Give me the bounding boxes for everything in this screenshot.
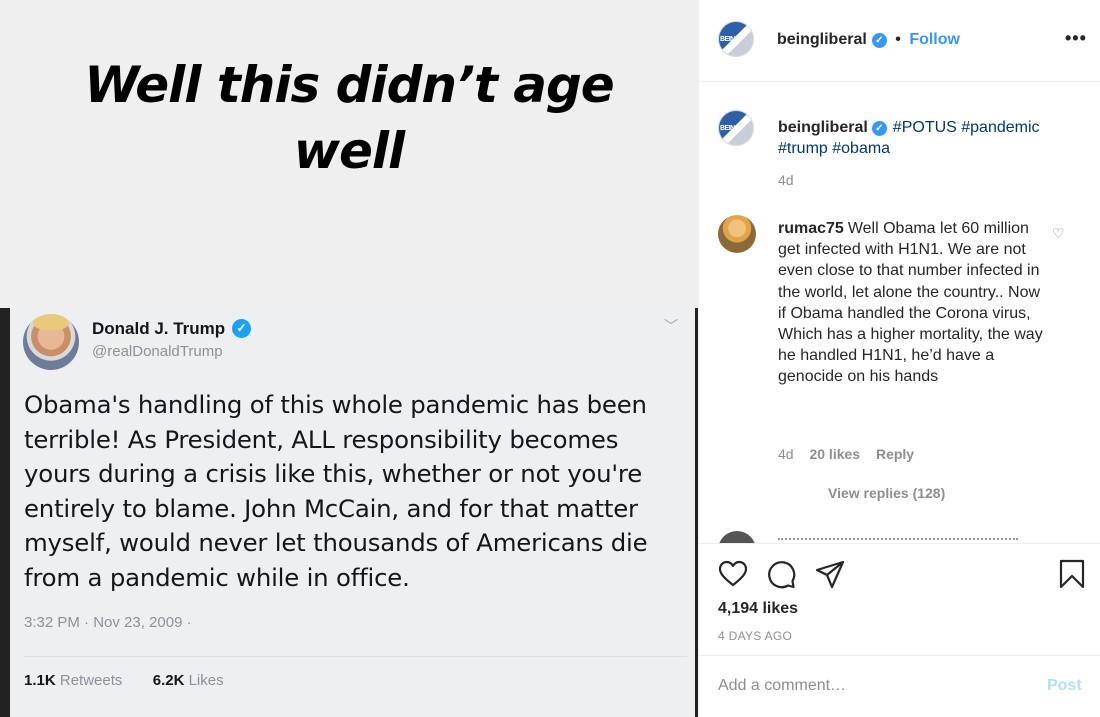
post-header: BEING beingliberal ✓ • Follow ••• (699, 0, 1100, 82)
tweet-divider (24, 656, 687, 657)
post-sidebar: BEING beingliberal ✓ • Follow ••• BEING b… (698, 0, 1100, 717)
follow-button[interactable]: Follow (909, 31, 960, 48)
bookmark-icon[interactable] (1057, 559, 1087, 589)
tweet-screenshot: Donald J. Trump ✓ @realDonaldTrump ﹀ Oba… (0, 308, 698, 717)
caption-hashtags-2[interactable]: #trump #obama (778, 140, 890, 157)
comment-meta: 4d 20 likes Reply (778, 446, 914, 462)
avatar[interactable]: BEING (718, 21, 754, 57)
caption-username[interactable]: beingliberal (778, 119, 868, 136)
comment-text-block: rumac75 Well Obama let 60 million get inf… (778, 218, 1048, 388)
post-actions: 4,194 likes 4 DAYS AGO (699, 543, 1100, 655)
tweet-stats: 1.1K Retweets 6.2K Likes (24, 672, 224, 689)
caption-age[interactable]: 4d (778, 172, 794, 188)
comment-age[interactable]: 4d (778, 446, 794, 462)
heart-icon[interactable]: ♡ (1052, 225, 1065, 242)
heart-icon[interactable] (718, 559, 748, 589)
comments-list[interactable]: BEING beingliberal ✓ #POTUS #pandemic #tru… (699, 83, 1100, 543)
post-button[interactable]: Post (1047, 677, 1082, 695)
chevron-down-icon: ﹀ (664, 318, 678, 334)
reply-button[interactable]: Reply (876, 446, 914, 462)
tweet-handle: @realDonaldTrump (92, 343, 223, 360)
caption-text: beingliberal ✓ #POTUS #pandemic #trump #ob… (778, 117, 1048, 159)
meme-caption: Well this didn’t age well (0, 52, 698, 184)
avatar[interactable] (718, 531, 756, 543)
tweet-likes-count: 6.2K (152, 672, 185, 689)
avatar[interactable]: BEING (718, 110, 754, 146)
comment-username[interactable]: rumac75 (778, 220, 844, 237)
meme-caption-line2: well (293, 122, 405, 180)
header-username[interactable]: beingliberal (777, 31, 867, 48)
tweet-verified-icon: ✓ (232, 319, 251, 338)
next-comment-preview (778, 538, 1018, 541)
tweet-avatar (23, 314, 79, 370)
tweet-author-name: Donald J. Trump (92, 319, 226, 338)
more-options-icon[interactable]: ••• (1065, 28, 1087, 49)
avatar[interactable] (718, 215, 756, 253)
likes-count[interactable]: 4,194 likes (718, 600, 798, 618)
comment-likes[interactable]: 20 likes (809, 446, 860, 462)
comment-icon[interactable] (766, 559, 796, 589)
tweet-retweets-count: 1.1K (24, 672, 56, 689)
separator-dot: • (895, 31, 901, 48)
tweet-text: Obama's handling of this whole pandemic … (24, 390, 648, 592)
verified-badge-icon: ✓ (871, 33, 887, 48)
share-icon[interactable] (815, 559, 845, 589)
post-caption: BEING beingliberal ✓ #POTUS #pandemic #tru… (718, 110, 1088, 190)
tweet-likes-label: Likes (188, 672, 224, 689)
comment-input[interactable] (718, 673, 1018, 699)
meme-caption-line1: Well this didn’t age (84, 56, 614, 114)
post-date[interactable]: 4 DAYS AGO (718, 629, 792, 643)
caption-hashtags-1[interactable]: #POTUS #pandemic (893, 119, 1040, 136)
header-user-row: beingliberal ✓ • Follow (777, 31, 960, 49)
list-item: rumac75 Well Obama let 60 million get inf… (718, 215, 1088, 475)
tweet-timestamp: 3:32 PM · Nov 23, 2009 · (24, 614, 192, 631)
comment-text: Well Obama let 60 million get infected w… (778, 220, 1043, 386)
post-image: Well this didn’t age well Donald J. Trum… (0, 0, 698, 717)
add-comment-bar: Post (699, 655, 1100, 717)
verified-badge-icon: ✓ (871, 121, 887, 136)
tweet-retweets-label: Retweets (59, 672, 123, 689)
view-replies-button[interactable]: View replies (128) (828, 485, 945, 501)
